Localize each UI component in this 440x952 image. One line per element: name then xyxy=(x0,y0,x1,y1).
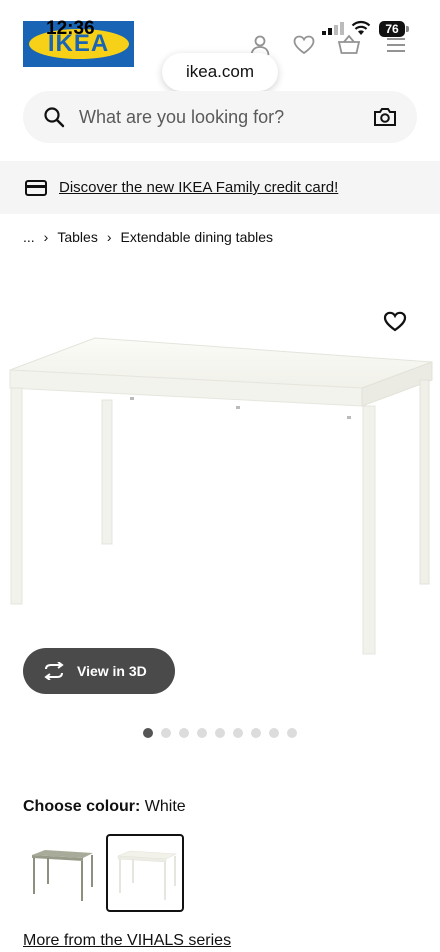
product-image[interactable] xyxy=(0,330,440,660)
add-to-favourites-heart-icon[interactable] xyxy=(383,310,407,332)
url-bar[interactable]: ikea.com xyxy=(162,53,278,91)
credit-card-icon xyxy=(25,179,47,196)
status-time: 12:36 xyxy=(46,18,95,39)
selected-colour-value: White xyxy=(144,798,186,815)
gallery-dot[interactable] xyxy=(251,728,261,738)
gallery-dot[interactable] xyxy=(197,728,207,738)
heart-icon[interactable] xyxy=(292,33,316,57)
view-in-3d-label: View in 3D xyxy=(77,663,147,679)
rotate-3d-icon xyxy=(44,662,64,680)
gallery-dot[interactable] xyxy=(143,728,153,738)
chevron-right-icon: › xyxy=(43,229,49,245)
gallery-dot[interactable] xyxy=(179,728,189,738)
view-in-3d-button[interactable]: View in 3D xyxy=(23,648,175,694)
vihals-series-link[interactable]: More from the VIHALS series xyxy=(23,932,231,950)
colour-option-grey-green[interactable] xyxy=(23,834,101,912)
gallery-pagination xyxy=(143,728,297,738)
choose-colour-label: Choose colour: White xyxy=(23,798,186,816)
gallery-dot[interactable] xyxy=(215,728,225,738)
menu-icon[interactable] xyxy=(384,33,408,57)
basket-icon[interactable] xyxy=(337,33,361,57)
battery-tip xyxy=(406,26,409,32)
search-input[interactable] xyxy=(77,105,361,129)
gallery-dot[interactable] xyxy=(233,728,243,738)
breadcrumb-item-tables[interactable]: Tables xyxy=(57,229,97,245)
promo-banner[interactable]: Discover the new IKEA Family credit card… xyxy=(0,161,440,214)
promo-link[interactable]: Discover the new IKEA Family credit card… xyxy=(59,179,338,196)
search-icon xyxy=(44,107,65,128)
search-bar[interactable] xyxy=(23,91,417,143)
chevron-right-icon: › xyxy=(106,229,112,245)
breadcrumb-item-extendable-dining-tables[interactable]: Extendable dining tables xyxy=(120,229,273,245)
camera-search-icon[interactable] xyxy=(373,106,397,128)
gallery-dot[interactable] xyxy=(161,728,171,738)
choose-colour-heading: Choose colour: xyxy=(23,798,141,815)
colour-option-white[interactable] xyxy=(106,834,184,912)
gallery-dot[interactable] xyxy=(269,728,279,738)
gallery-dot[interactable] xyxy=(287,728,297,738)
breadcrumb-ellipsis[interactable]: ... xyxy=(23,229,35,245)
breadcrumb: ... › Tables › Extendable dining tables xyxy=(23,229,273,245)
